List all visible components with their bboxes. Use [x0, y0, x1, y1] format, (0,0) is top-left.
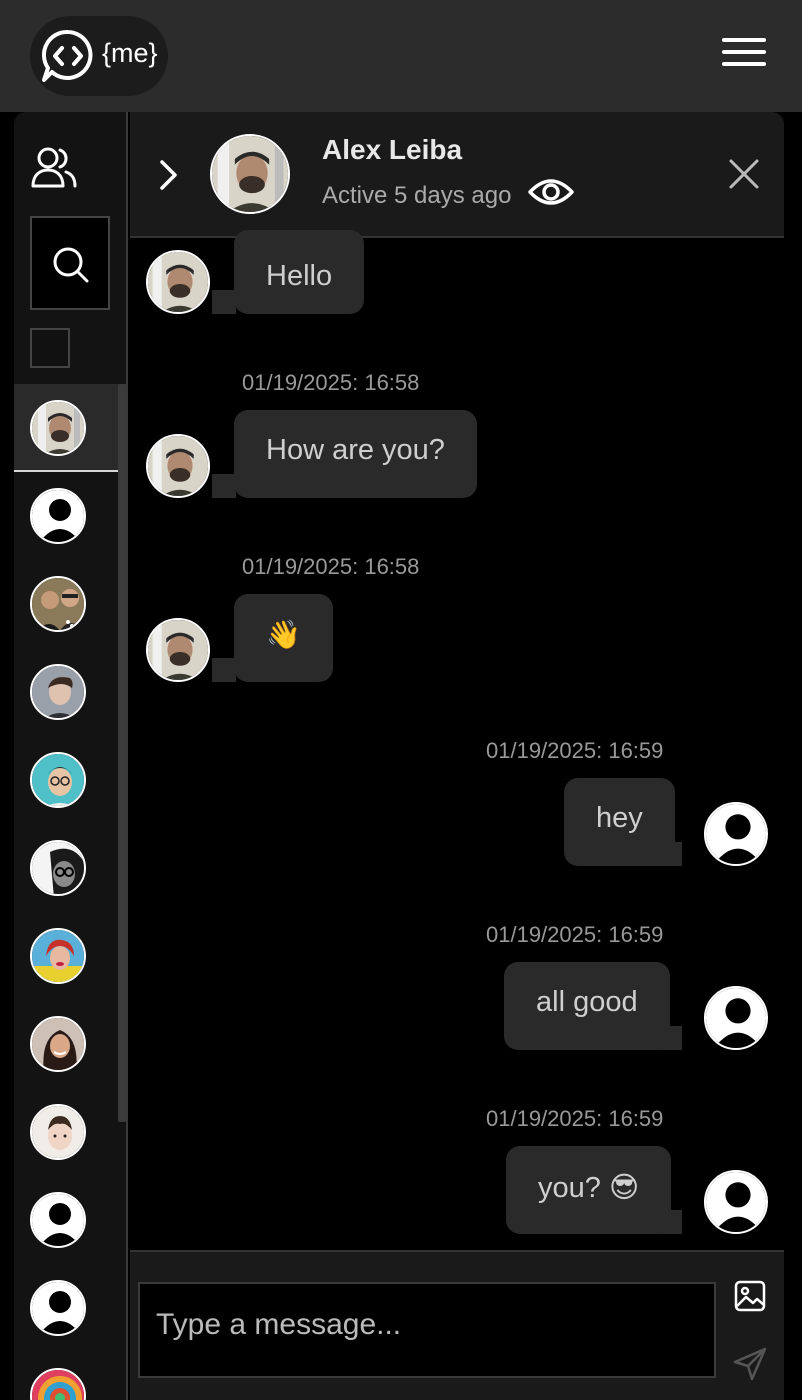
avatar [30, 488, 86, 544]
message-composer: Type a message... [130, 1250, 784, 1400]
avatar [30, 840, 86, 896]
avatar [30, 1192, 86, 1248]
avatar [704, 802, 768, 866]
contact-item[interactable] [14, 1000, 126, 1088]
contact-item[interactable] [14, 560, 126, 648]
contact-item[interactable] [14, 912, 126, 1000]
contact-item[interactable] [14, 1264, 126, 1352]
contact-item[interactable] [14, 1176, 126, 1264]
chat-header: Alex Leiba Active 5 days ago [130, 112, 784, 238]
message-bubble[interactable]: 👋 [234, 594, 333, 682]
sidebar-scrollbar[interactable] [118, 384, 126, 1122]
select-checkbox[interactable] [30, 328, 70, 368]
top-bar: {me} [0, 0, 802, 112]
avatar [30, 1104, 86, 1160]
message-bubble[interactable]: hey [564, 778, 675, 866]
avatar [30, 400, 86, 456]
bubble-tail [212, 290, 236, 314]
contact-item[interactable] [14, 824, 126, 912]
message-list: Hello 01/19/2025: 16:58 How are you? 01/… [130, 230, 784, 1250]
avatar [30, 576, 86, 632]
logo-text: {me} [102, 38, 158, 68]
contacts-sidebar [14, 112, 128, 1400]
message-timestamp: 01/19/2025: 16:58 [242, 554, 420, 579]
contact-status: Active 5 days ago [322, 182, 512, 209]
contact-name: Alex Leiba [322, 134, 463, 165]
people-icon[interactable] [30, 144, 78, 190]
message-timestamp: 01/19/2025: 16:59 [486, 922, 664, 947]
message-bubble[interactable]: all good [504, 962, 670, 1050]
avatar [30, 1280, 86, 1336]
contact-item[interactable] [14, 648, 126, 736]
contact-item[interactable] [14, 384, 126, 472]
bubble-tail [212, 658, 236, 682]
contact-item[interactable] [14, 736, 126, 824]
avatar [30, 1016, 86, 1072]
contact-item[interactable] [14, 1352, 126, 1400]
avatar [30, 1368, 86, 1400]
message-bubble[interactable]: Hello [234, 230, 365, 314]
avatar [146, 618, 210, 682]
search-button[interactable] [30, 216, 110, 310]
hamburger-menu-icon[interactable] [722, 38, 766, 74]
contact-list [14, 384, 126, 1400]
avatar [704, 1170, 768, 1234]
chevron-right-icon[interactable] [158, 158, 180, 192]
message-bubble[interactable]: you? 😎 [506, 1146, 672, 1234]
app-logo[interactable]: {me} [30, 16, 168, 96]
image-icon[interactable] [734, 1280, 766, 1312]
chat-code-icon [42, 29, 93, 82]
message-timestamp: 01/19/2025: 16:58 [242, 370, 420, 395]
avatar [146, 434, 210, 498]
contact-avatar[interactable] [210, 134, 290, 214]
bubble-tail [212, 474, 236, 498]
avatar [30, 752, 86, 808]
message-bubble[interactable]: How are you? [234, 410, 477, 498]
message-timestamp: 01/19/2025: 16:59 [486, 738, 664, 763]
contact-item[interactable] [14, 1088, 126, 1176]
avatar [704, 986, 768, 1050]
message-timestamp: 01/19/2025: 16:59 [486, 1106, 664, 1131]
avatar [146, 250, 210, 314]
search-icon [53, 247, 89, 283]
avatar [30, 928, 86, 984]
send-icon[interactable] [732, 1346, 768, 1382]
message-input[interactable]: Type a message... [138, 1282, 716, 1378]
close-icon[interactable] [728, 158, 760, 190]
eye-icon[interactable] [528, 176, 574, 208]
avatar [30, 664, 86, 720]
contact-item[interactable] [14, 472, 126, 560]
